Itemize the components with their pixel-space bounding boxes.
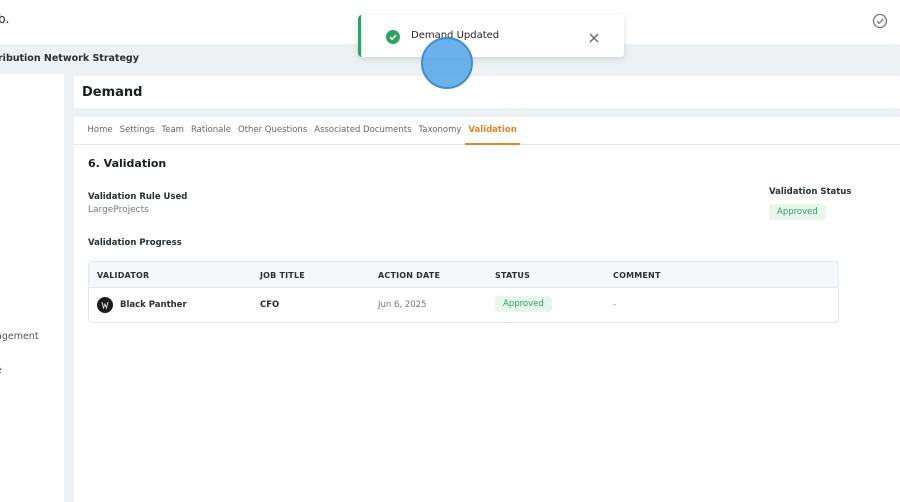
validation-progress-label: Validation Progress xyxy=(88,238,182,248)
table-row[interactable]: Black Panther CFO Jun 6, 2025 Approved - xyxy=(89,288,838,322)
comment: - xyxy=(613,300,617,310)
tab-associated-documents[interactable]: Associated Documents xyxy=(311,117,415,145)
table-header: VALIDATOR JOB TITLE ACTION DATE STATUS C… xyxy=(89,262,838,288)
tab-bar: Home Settings Team Rationale Other Quest… xyxy=(74,117,900,145)
col-comment: COMMENT xyxy=(613,271,661,280)
click-indicator xyxy=(421,37,473,89)
page-header: Demand xyxy=(74,76,900,108)
brand-fragment: b. xyxy=(0,12,10,26)
tab-taxonomy[interactable]: Taxonomy xyxy=(415,117,465,145)
section-title: 6. Validation xyxy=(88,157,167,170)
tab-settings[interactable]: Settings xyxy=(116,117,158,145)
sidebar-item-management[interactable]: agement xyxy=(0,331,39,342)
sidebar: agement e xyxy=(0,74,64,502)
col-job-title: JOB TITLE xyxy=(260,271,305,280)
job-title: CFO xyxy=(260,300,280,310)
validation-status-label: Validation Status xyxy=(769,187,852,197)
validation-rule-label: Validation Rule Used xyxy=(88,192,188,202)
tab-other-questions[interactable]: Other Questions xyxy=(234,117,310,145)
success-check-icon xyxy=(386,29,400,44)
close-icon[interactable] xyxy=(588,29,600,43)
check-circle-icon[interactable] xyxy=(872,13,888,29)
toast-notification: Demand Updated xyxy=(358,15,624,57)
sidebar-item-e[interactable]: e xyxy=(0,365,2,376)
validation-table: VALIDATOR JOB TITLE ACTION DATE STATUS C… xyxy=(88,261,839,323)
page-title: Demand xyxy=(82,85,143,100)
validation-rule-value: LargeProjects xyxy=(88,205,149,215)
breadcrumb[interactable]: ribution Network Strategy xyxy=(0,53,139,64)
main-content: Home Settings Team Rationale Other Quest… xyxy=(74,117,900,502)
validator-name: Black Panther xyxy=(120,300,187,310)
row-status-badge: Approved xyxy=(495,296,552,312)
col-action-date: ACTION DATE xyxy=(378,271,441,280)
tab-team[interactable]: Team xyxy=(158,117,187,145)
tab-validation[interactable]: Validation xyxy=(464,117,521,145)
col-status: STATUS xyxy=(495,271,531,280)
avatar xyxy=(97,297,113,313)
tab-rationale[interactable]: Rationale xyxy=(187,117,234,145)
validation-status-badge: Approved xyxy=(769,204,826,220)
col-validator: VALIDATOR xyxy=(97,271,150,280)
action-date: Jun 6, 2025 xyxy=(378,300,427,310)
tab-home[interactable]: Home xyxy=(84,117,116,145)
